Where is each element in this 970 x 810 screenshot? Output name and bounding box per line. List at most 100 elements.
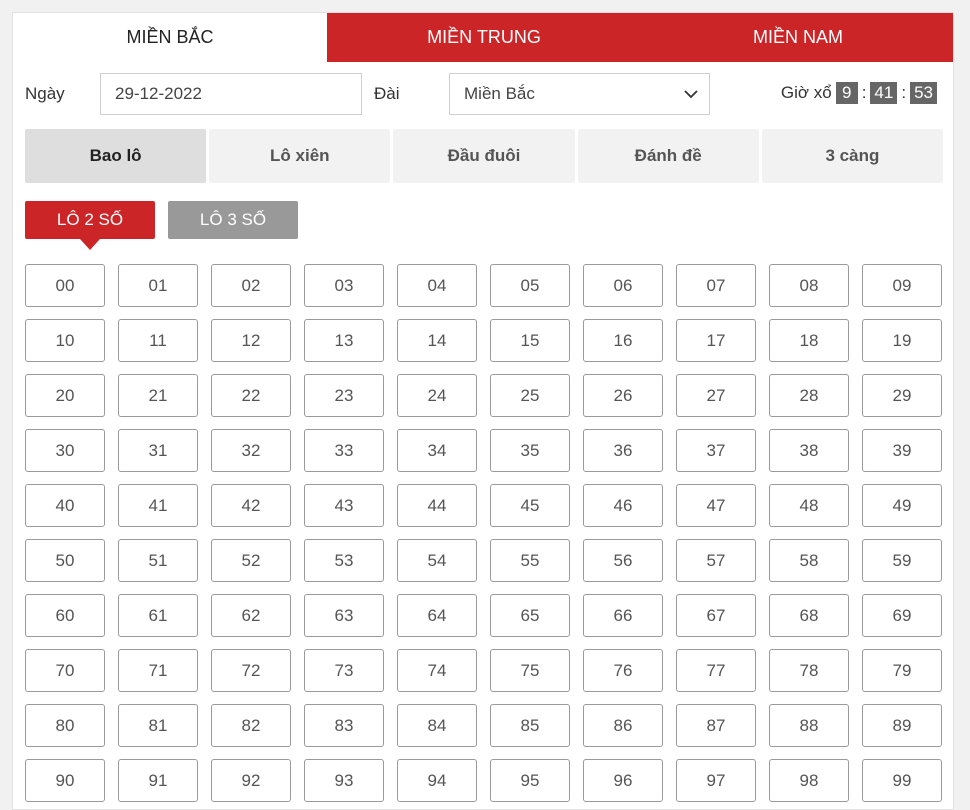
- number-cell[interactable]: 72: [211, 649, 291, 692]
- number-cell[interactable]: 63: [304, 594, 384, 637]
- number-cell[interactable]: 64: [397, 594, 477, 637]
- number-cell[interactable]: 10: [25, 319, 105, 362]
- number-cell[interactable]: 95: [490, 759, 570, 802]
- number-cell[interactable]: 07: [676, 264, 756, 307]
- number-cell[interactable]: 26: [583, 374, 663, 417]
- number-cell[interactable]: 49: [862, 484, 942, 527]
- number-cell[interactable]: 54: [397, 539, 477, 582]
- number-cell[interactable]: 03: [304, 264, 384, 307]
- number-cell[interactable]: 21: [118, 374, 198, 417]
- number-cell[interactable]: 56: [583, 539, 663, 582]
- number-cell[interactable]: 94: [397, 759, 477, 802]
- number-cell[interactable]: 40: [25, 484, 105, 527]
- number-cell[interactable]: 11: [118, 319, 198, 362]
- number-cell[interactable]: 80: [25, 704, 105, 747]
- number-cell[interactable]: 74: [397, 649, 477, 692]
- number-cell[interactable]: 16: [583, 319, 663, 362]
- number-cell[interactable]: 88: [769, 704, 849, 747]
- number-cell[interactable]: 12: [211, 319, 291, 362]
- number-cell[interactable]: 58: [769, 539, 849, 582]
- number-cell[interactable]: 52: [211, 539, 291, 582]
- tab-mien-trung[interactable]: MIỀN TRUNG: [327, 13, 641, 62]
- tab-3-cang[interactable]: 3 càng: [761, 129, 944, 183]
- number-cell[interactable]: 70: [25, 649, 105, 692]
- number-cell[interactable]: 08: [769, 264, 849, 307]
- number-cell[interactable]: 84: [397, 704, 477, 747]
- tab-bao-lo[interactable]: Bao lô: [25, 129, 207, 183]
- number-cell[interactable]: 14: [397, 319, 477, 362]
- number-cell[interactable]: 42: [211, 484, 291, 527]
- number-cell[interactable]: 71: [118, 649, 198, 692]
- number-cell[interactable]: 91: [118, 759, 198, 802]
- number-cell[interactable]: 55: [490, 539, 570, 582]
- tab-lo-3-so[interactable]: LÔ 3 SỐ: [168, 201, 298, 239]
- number-cell[interactable]: 68: [769, 594, 849, 637]
- tab-lo-2-so[interactable]: LÔ 2 SỐ: [25, 201, 155, 250]
- number-cell[interactable]: 81: [118, 704, 198, 747]
- number-cell[interactable]: 30: [25, 429, 105, 472]
- number-cell[interactable]: 29: [862, 374, 942, 417]
- number-cell[interactable]: 34: [397, 429, 477, 472]
- number-cell[interactable]: 53: [304, 539, 384, 582]
- number-cell[interactable]: 04: [397, 264, 477, 307]
- number-cell[interactable]: 62: [211, 594, 291, 637]
- number-cell[interactable]: 86: [583, 704, 663, 747]
- number-cell[interactable]: 20: [25, 374, 105, 417]
- number-cell[interactable]: 28: [769, 374, 849, 417]
- number-cell[interactable]: 00: [25, 264, 105, 307]
- tab-lo-xien[interactable]: Lô xiên: [209, 129, 391, 183]
- number-cell[interactable]: 05: [490, 264, 570, 307]
- number-cell[interactable]: 41: [118, 484, 198, 527]
- number-cell[interactable]: 19: [862, 319, 942, 362]
- tab-mien-bac[interactable]: MIỀN BẮC: [13, 13, 327, 62]
- number-cell[interactable]: 98: [769, 759, 849, 802]
- number-cell[interactable]: 23: [304, 374, 384, 417]
- number-cell[interactable]: 76: [583, 649, 663, 692]
- number-cell[interactable]: 44: [397, 484, 477, 527]
- number-cell[interactable]: 57: [676, 539, 756, 582]
- number-cell[interactable]: 38: [769, 429, 849, 472]
- number-cell[interactable]: 93: [304, 759, 384, 802]
- number-cell[interactable]: 99: [862, 759, 942, 802]
- number-cell[interactable]: 33: [304, 429, 384, 472]
- tab-mien-nam[interactable]: MIỀN NAM: [641, 13, 953, 62]
- number-cell[interactable]: 32: [211, 429, 291, 472]
- number-cell[interactable]: 83: [304, 704, 384, 747]
- number-cell[interactable]: 60: [25, 594, 105, 637]
- number-cell[interactable]: 15: [490, 319, 570, 362]
- number-cell[interactable]: 22: [211, 374, 291, 417]
- number-cell[interactable]: 31: [118, 429, 198, 472]
- number-cell[interactable]: 78: [769, 649, 849, 692]
- number-cell[interactable]: 75: [490, 649, 570, 692]
- number-cell[interactable]: 79: [862, 649, 942, 692]
- number-cell[interactable]: 06: [583, 264, 663, 307]
- date-input[interactable]: [100, 73, 362, 115]
- number-cell[interactable]: 90: [25, 759, 105, 802]
- number-cell[interactable]: 73: [304, 649, 384, 692]
- number-cell[interactable]: 87: [676, 704, 756, 747]
- number-cell[interactable]: 02: [211, 264, 291, 307]
- tab-danh-de[interactable]: Đánh đề: [577, 129, 759, 183]
- number-cell[interactable]: 82: [211, 704, 291, 747]
- tab-dau-duoi[interactable]: Đầu đuôi: [393, 129, 575, 183]
- number-cell[interactable]: 97: [676, 759, 756, 802]
- number-cell[interactable]: 59: [862, 539, 942, 582]
- number-cell[interactable]: 17: [676, 319, 756, 362]
- number-cell[interactable]: 36: [583, 429, 663, 472]
- number-cell[interactable]: 92: [211, 759, 291, 802]
- number-cell[interactable]: 13: [304, 319, 384, 362]
- number-cell[interactable]: 47: [676, 484, 756, 527]
- number-cell[interactable]: 67: [676, 594, 756, 637]
- number-cell[interactable]: 48: [769, 484, 849, 527]
- number-cell[interactable]: 77: [676, 649, 756, 692]
- number-cell[interactable]: 65: [490, 594, 570, 637]
- number-cell[interactable]: 66: [583, 594, 663, 637]
- number-cell[interactable]: 46: [583, 484, 663, 527]
- number-cell[interactable]: 50: [25, 539, 105, 582]
- number-cell[interactable]: 45: [490, 484, 570, 527]
- number-cell[interactable]: 89: [862, 704, 942, 747]
- number-cell[interactable]: 96: [583, 759, 663, 802]
- number-cell[interactable]: 43: [304, 484, 384, 527]
- number-cell[interactable]: 69: [862, 594, 942, 637]
- station-select[interactable]: Miền Bắc: [449, 73, 710, 115]
